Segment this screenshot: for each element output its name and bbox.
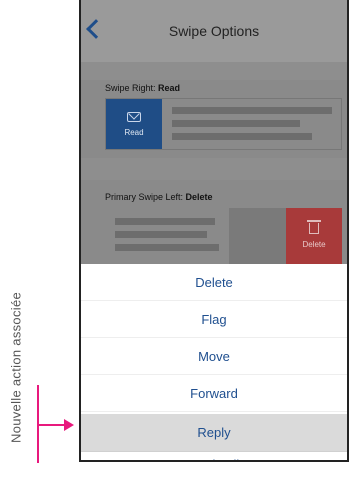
section-separator: [81, 158, 347, 180]
action-item-reply[interactable]: Reply: [81, 414, 347, 452]
action-item-delete[interactable]: Delete: [81, 264, 347, 301]
read-action-tile: Read: [106, 99, 162, 149]
placeholder-line: [115, 244, 219, 251]
placeholder-line: [172, 107, 332, 114]
trash-icon: [307, 220, 321, 234]
action-item-flag[interactable]: Flag: [81, 301, 347, 338]
placeholder-line: [115, 218, 215, 225]
action-item-move[interactable]: Move: [81, 338, 347, 375]
annotation-arrow-line: [37, 424, 65, 426]
section-separator: [81, 62, 347, 80]
action-item-forward[interactable]: Forward: [81, 375, 347, 412]
swipe-right-preview[interactable]: Read: [105, 98, 342, 150]
swipe-right-label: Swipe Right: Read: [105, 83, 181, 93]
swipe-left-label: Primary Swipe Left: Delete: [105, 192, 213, 202]
back-chevron-icon[interactable]: [86, 19, 106, 39]
annotation-label: Nouvelle action associée: [8, 291, 24, 443]
annotation-arrow-icon: [64, 419, 74, 431]
envelope-open-icon: [127, 111, 141, 122]
swipe-track: [229, 208, 286, 264]
placeholder-line: [172, 133, 312, 140]
page-title: Swipe Options: [168, 23, 260, 39]
swipe-left-value: Delete: [185, 192, 213, 202]
phone-screen: Swipe Options Swipe Right: Read Read Pri…: [79, 0, 349, 462]
swipe-right-value: Read: [158, 83, 181, 93]
swipe-left-preview[interactable]: Delete: [105, 208, 342, 264]
navigation-bar: Swipe Options: [81, 0, 347, 62]
placeholder-line: [172, 120, 300, 127]
action-item-reply-all[interactable]: Reply All: [81, 452, 347, 461]
placeholder-line: [115, 231, 207, 238]
action-sheet: Delete Flag Move Forward Reply Reply All: [81, 264, 347, 461]
delete-action-tile: Delete: [286, 208, 342, 264]
read-action-label: Read: [124, 127, 144, 137]
delete-action-label: Delete: [302, 240, 326, 249]
